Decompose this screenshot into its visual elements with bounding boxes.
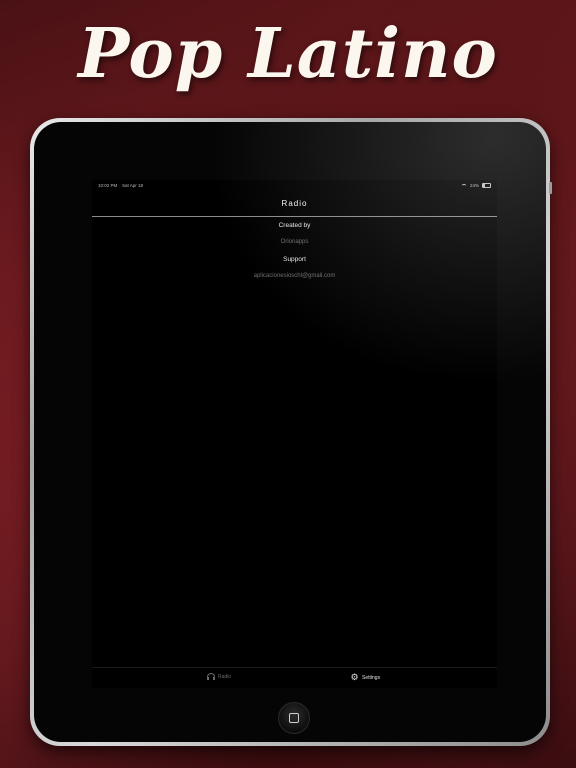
- status-time: 10:02 PM: [98, 183, 118, 188]
- navigation-bar: Radio: [92, 190, 497, 217]
- status-bar: 10:02 PM Sat Apr 18 24%: [92, 180, 497, 190]
- support-label: Support: [283, 256, 306, 263]
- status-date: Sat Apr 18: [122, 183, 144, 188]
- creator-link[interactable]: Orionapps: [92, 234, 497, 251]
- ipad-frame: 10:02 PM Sat Apr 18 24% Radio Created by…: [30, 118, 552, 746]
- volume-button: [549, 182, 552, 194]
- support-email-link[interactable]: aplicacionesioschl@gmail.com: [92, 268, 497, 285]
- status-indicators: 24%: [460, 183, 491, 188]
- app-headline: Pop Latino: [78, 14, 498, 94]
- page-title: Radio: [281, 199, 308, 208]
- ipad-bezel: 10:02 PM Sat Apr 18 24% Radio Created by…: [34, 122, 546, 742]
- tab-settings-label: Settings: [362, 674, 381, 681]
- battery-icon: [482, 183, 491, 188]
- headphones-icon: [207, 673, 215, 681]
- home-button[interactable]: [278, 702, 310, 734]
- app-screen: 10:02 PM Sat Apr 18 24% Radio Created by…: [92, 180, 497, 688]
- tab-settings[interactable]: ⚙ Settings: [350, 673, 380, 682]
- battery-percent: 24%: [469, 183, 479, 188]
- gear-icon: ⚙: [350, 672, 359, 682]
- wifi-icon: [460, 183, 467, 188]
- created-by-label: Created by: [278, 222, 311, 229]
- tab-radio-label: Radio: [218, 673, 232, 680]
- tab-bar: Radio ⚙ Settings: [92, 667, 497, 688]
- about-section: Created by Orionapps Support aplicacione…: [92, 217, 497, 285]
- home-square-icon: [289, 713, 299, 723]
- tab-radio[interactable]: Radio: [207, 673, 232, 681]
